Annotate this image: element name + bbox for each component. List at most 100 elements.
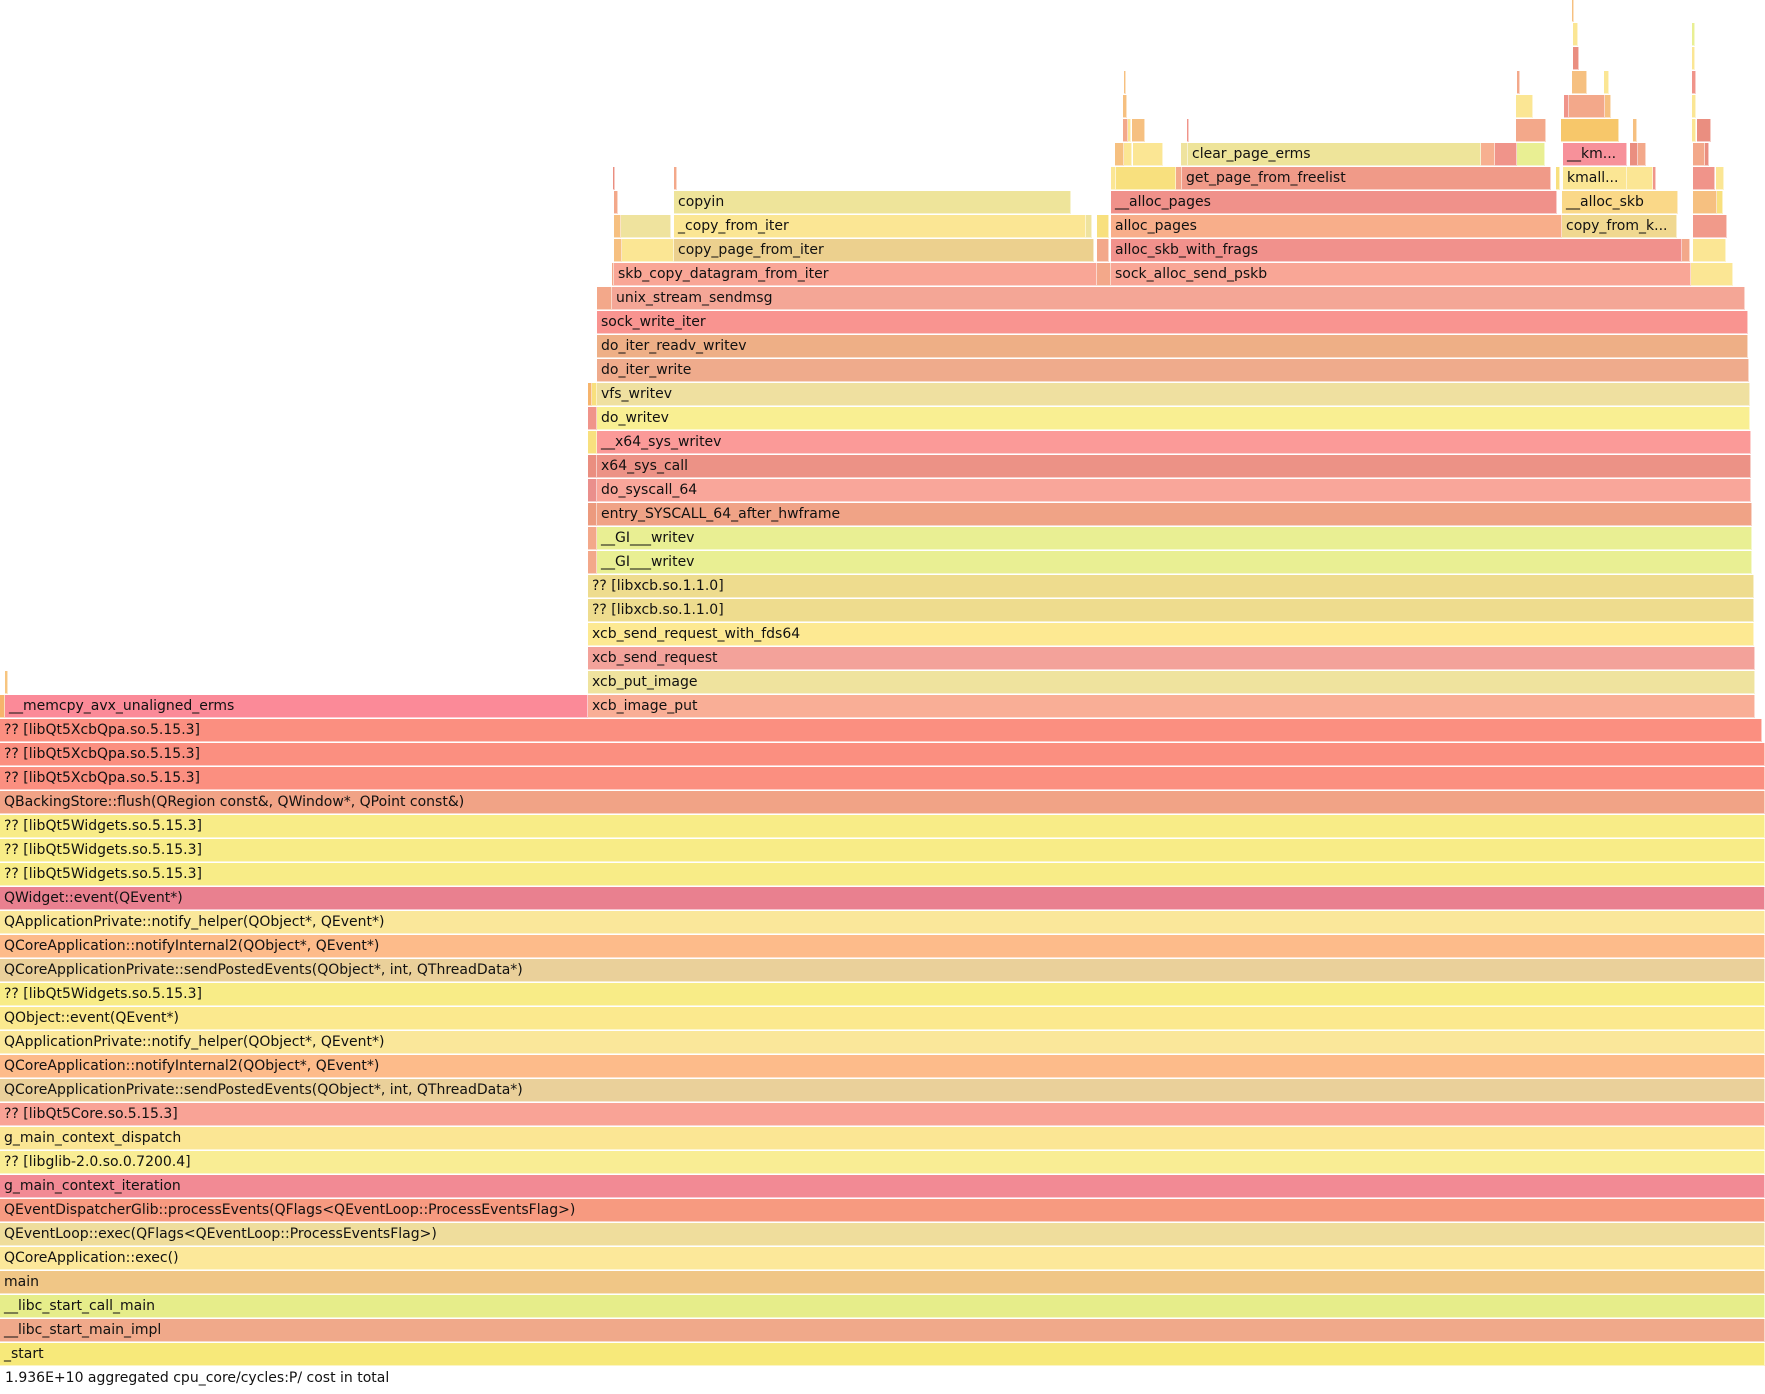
stack-frame[interactable]: ?? [libQt5Widgets.so.5.15.3] [0,815,1765,838]
stack-frame[interactable]: sock_alloc_send_pskb [1111,263,1691,286]
stack-frame[interactable] [588,455,597,478]
stack-frame[interactable]: xcb_put_image [588,671,1755,694]
stack-frame[interactable] [1517,71,1520,94]
stack-frame[interactable] [1693,143,1705,166]
stack-frame[interactable] [1691,263,1733,286]
stack-frame[interactable] [614,191,618,214]
stack-frame[interactable]: QCoreApplicationPrivate::sendPostedEvent… [0,959,1765,982]
stack-frame[interactable]: entry_SYSCALL_64_after_hwframe [597,503,1752,526]
stack-frame[interactable]: ?? [libxcb.so.1.1.0] [588,575,1754,598]
stack-frame[interactable] [1128,119,1131,142]
stack-frame[interactable] [1633,119,1637,142]
stack-frame[interactable]: QCoreApplication::notifyInternal2(QObjec… [0,1055,1765,1078]
stack-frame[interactable] [613,167,615,190]
stack-frame[interactable] [1572,0,1574,22]
stack-frame[interactable] [1627,167,1653,190]
stack-frame[interactable]: x64_sys_call [597,455,1751,478]
stack-frame[interactable] [1123,95,1127,118]
stack-frame[interactable]: __alloc_pages [1111,191,1557,214]
stack-frame[interactable]: ?? [libQt5Widgets.so.5.15.3] [0,983,1765,1006]
stack-frame[interactable] [1124,71,1126,94]
stack-frame[interactable] [1187,119,1189,142]
stack-frame[interactable] [1124,143,1132,166]
stack-frame[interactable]: __GI___writev [597,527,1752,550]
stack-frame[interactable]: __alloc_skb [1562,191,1678,214]
stack-frame[interactable]: ?? [libQt5Widgets.so.5.15.3] [0,839,1765,862]
stack-frame[interactable]: __GI___writev [597,551,1752,574]
stack-frame[interactable] [588,407,597,430]
stack-frame[interactable]: __x64_sys_writev [597,431,1751,454]
stack-frame[interactable] [1097,215,1109,238]
stack-frame[interactable] [588,503,597,526]
stack-frame[interactable]: QObject::event(QEvent*) [0,1007,1765,1030]
stack-frame[interactable] [1116,167,1176,190]
stack-frame[interactable]: _start [0,1343,1765,1366]
stack-frame[interactable] [1561,119,1619,142]
stack-frame[interactable] [621,215,671,238]
stack-frame[interactable]: QApplicationPrivate::notify_helper(QObje… [0,911,1765,934]
stack-frame[interactable]: QWidget::event(QEvent*) [0,887,1765,910]
stack-frame[interactable] [1572,71,1587,94]
stack-frame[interactable] [1653,167,1656,190]
stack-frame[interactable]: QCoreApplication::exec() [0,1247,1765,1270]
stack-frame[interactable]: g_main_context_iteration [0,1175,1765,1198]
stack-frame[interactable]: ?? [libQt5XcbQpa.so.5.15.3] [0,767,1765,790]
stack-frame[interactable]: copy_from_k... [1562,215,1677,238]
stack-frame[interactable]: QApplicationPrivate::notify_helper(QObje… [0,1031,1765,1054]
stack-frame[interactable]: __memcpy_avx_unaligned_erms [5,695,588,718]
stack-frame[interactable] [1716,167,1724,190]
stack-frame[interactable] [1481,143,1495,166]
stack-frame[interactable] [588,431,597,454]
stack-frame[interactable]: ?? [libQt5Core.so.5.15.3] [0,1103,1765,1126]
stack-frame[interactable]: main [0,1271,1765,1294]
stack-frame[interactable] [1573,47,1579,70]
stack-frame[interactable]: do_syscall_64 [597,479,1751,502]
stack-frame[interactable] [622,239,674,262]
stack-frame[interactable] [1573,23,1578,46]
stack-frame[interactable] [674,167,677,190]
stack-frame[interactable] [1516,95,1533,118]
stack-frame[interactable]: xcb_send_request [588,647,1755,670]
stack-frame[interactable]: unix_stream_sendmsg [612,287,1745,310]
stack-frame[interactable] [1692,47,1695,70]
stack-frame[interactable]: kmall... [1563,167,1627,190]
stack-frame[interactable]: QEventLoop::exec(QFlags<QEventLoop::Proc… [0,1223,1765,1246]
stack-frame[interactable] [1516,119,1546,142]
stack-frame[interactable] [1604,71,1609,94]
stack-frame[interactable]: xcb_image_put [588,695,1755,718]
stack-frame[interactable] [1638,143,1646,166]
stack-frame[interactable]: alloc_pages [1111,215,1562,238]
stack-frame[interactable] [1693,215,1727,238]
stack-frame[interactable]: __km... [1563,143,1627,166]
stack-frame[interactable]: do_iter_readv_writev [597,335,1748,358]
stack-frame[interactable] [1133,143,1163,166]
stack-frame[interactable]: clear_page_erms [1188,143,1481,166]
stack-frame[interactable]: g_main_context_dispatch [0,1127,1765,1150]
stack-frame[interactable] [1630,143,1638,166]
stack-frame[interactable]: vfs_writev [597,383,1750,406]
stack-frame[interactable] [1086,215,1092,238]
stack-frame[interactable] [1705,143,1709,166]
stack-frame[interactable]: _copy_from_iter [674,215,1086,238]
stack-frame[interactable]: do_iter_write [597,359,1749,382]
stack-frame[interactable] [1697,119,1711,142]
stack-frame[interactable]: sock_write_iter [597,311,1748,334]
stack-frame[interactable] [1692,23,1695,46]
stack-frame[interactable]: QBackingStore::flush(QRegion const&, QWi… [0,791,1765,814]
stack-frame[interactable]: ?? [libQt5XcbQpa.so.5.15.3] [0,743,1765,766]
stack-frame[interactable] [1692,71,1696,94]
stack-frame[interactable] [5,671,8,694]
stack-frame[interactable] [1556,167,1560,190]
stack-frame[interactable]: ?? [libglib-2.0.so.0.7200.4] [0,1151,1765,1174]
stack-frame[interactable] [1115,143,1124,166]
stack-frame[interactable]: QEventDispatcherGlib::processEvents(QFla… [0,1199,1765,1222]
stack-frame[interactable]: copyin [674,191,1071,214]
stack-frame[interactable]: ?? [libQt5XcbQpa.so.5.15.3] [0,719,1762,742]
stack-frame[interactable] [1097,263,1111,286]
stack-frame[interactable] [1517,143,1545,166]
stack-frame[interactable] [1495,143,1517,166]
stack-frame[interactable] [1181,143,1188,166]
stack-frame[interactable] [1097,239,1109,262]
stack-frame[interactable]: xcb_send_request_with_fds64 [588,623,1754,646]
stack-frame[interactable] [588,551,597,574]
